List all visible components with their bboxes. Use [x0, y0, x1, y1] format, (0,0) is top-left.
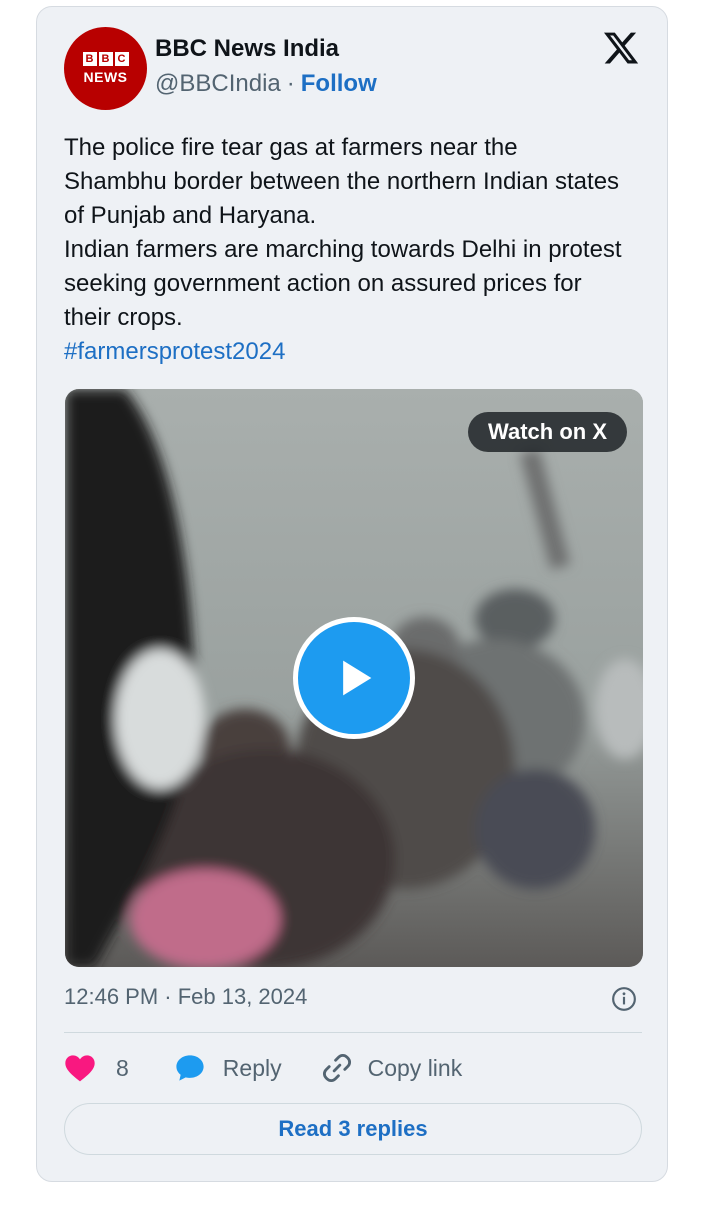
- bbc-logo: B B C: [82, 52, 129, 66]
- avatar[interactable]: B B C NEWS: [64, 27, 147, 110]
- x-logo-icon[interactable]: [602, 29, 640, 67]
- like-count: 8: [116, 1054, 129, 1081]
- like-button[interactable]: 8: [64, 1053, 173, 1083]
- separator-dot: ·: [286, 70, 295, 97]
- divider: [64, 1032, 642, 1033]
- reply-button[interactable]: Reply: [173, 1052, 320, 1084]
- follow-button[interactable]: Follow: [301, 70, 377, 98]
- tweet-text: The police fire tear gas at farmers near…: [64, 131, 624, 369]
- bbc-logo-letter: C: [114, 52, 129, 66]
- hashtag-link[interactable]: #farmersprotest2024: [64, 335, 624, 369]
- author-name[interactable]: BBC News India: [155, 35, 339, 63]
- play-button[interactable]: [293, 617, 415, 739]
- tweet-card: B B C NEWS BBC News India @BBCIndia · Fo…: [36, 6, 668, 1182]
- copy-link-button[interactable]: Copy link: [320, 1051, 463, 1085]
- bbc-logo-letter: B: [98, 52, 113, 66]
- copy-link-label: Copy link: [367, 1054, 463, 1081]
- timestamp[interactable]: 12:46 PM · Feb 13, 2024: [64, 984, 642, 1010]
- reply-label: Reply: [222, 1054, 282, 1081]
- info-icon[interactable]: [611, 986, 637, 1012]
- author-handle[interactable]: @BBCIndia: [155, 70, 281, 98]
- action-bar: 8 Reply Copy link: [64, 1051, 462, 1085]
- tweet-paragraph: Indian farmers are marching towards Delh…: [64, 236, 622, 331]
- play-icon: [343, 660, 372, 696]
- reply-bubble-icon: [176, 1055, 204, 1081]
- video-thumbnail[interactable]: Watch on X: [65, 389, 643, 967]
- watch-on-x-button[interactable]: Watch on X: [468, 412, 627, 452]
- link-icon: [322, 1053, 351, 1083]
- heart-icon: [65, 1055, 95, 1082]
- bbc-logo-news: NEWS: [83, 69, 128, 85]
- bbc-logo-letter: B: [82, 52, 97, 66]
- tweet-paragraph: The police fire tear gas at farmers near…: [64, 134, 620, 229]
- read-replies-button[interactable]: Read 3 replies: [64, 1103, 642, 1155]
- author-row: @BBCIndia · Follow: [155, 70, 377, 98]
